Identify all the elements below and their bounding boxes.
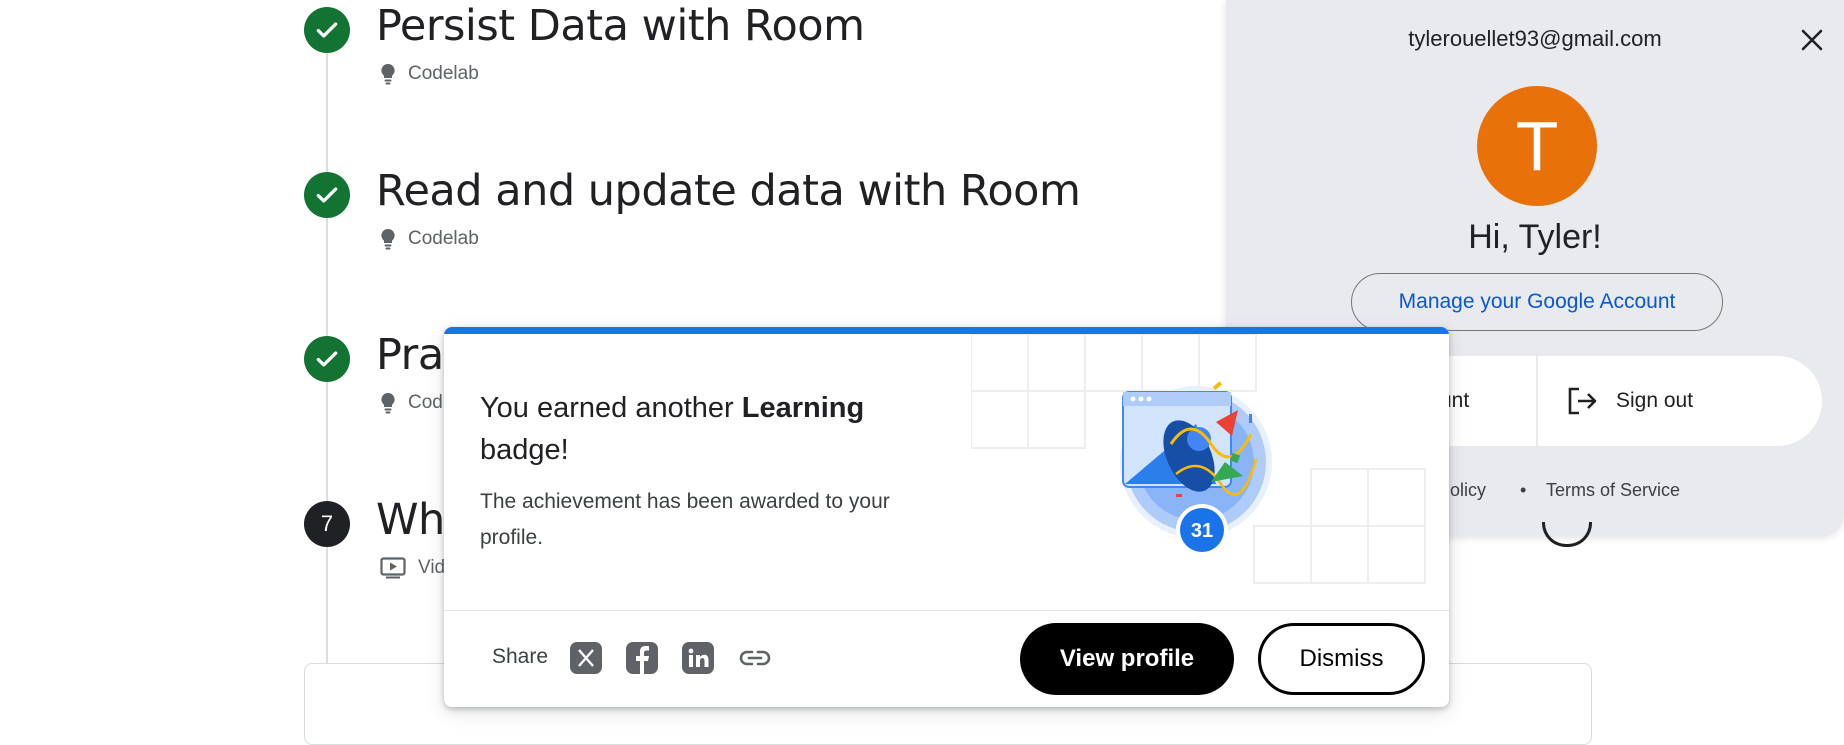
dialog-title: You earned another Learning badge! — [480, 387, 910, 471]
footer-separator: • — [1520, 480, 1527, 500]
badge-dialog: You earned another Learning badge! The ac… — [444, 327, 1449, 707]
title-bold: Learning — [741, 392, 865, 424]
check-circle-icon — [304, 7, 350, 53]
step-title[interactable]: Persist Data with Room — [376, 1, 865, 51]
title-prefix: You earned another — [480, 392, 742, 424]
video-icon — [380, 557, 406, 579]
step-meta: Cod — [380, 392, 443, 414]
avatar[interactable]: T — [1477, 86, 1597, 206]
dialog-description: The achievement has been awarded to your… — [480, 490, 890, 549]
dialog-accent-bar — [444, 327, 1449, 334]
title-suffix: badge! — [480, 434, 569, 466]
step-type-label: Codelab — [408, 228, 479, 249]
step-meta: Codelab — [380, 63, 479, 85]
step-type-label: Cod — [408, 392, 443, 413]
step-meta: Codelab — [380, 228, 479, 250]
account-greeting: Hi, Tyler! — [1468, 218, 1602, 256]
x-icon[interactable] — [570, 642, 602, 674]
view-profile-button[interactable]: View profile — [1020, 623, 1234, 695]
link-icon[interactable] — [738, 642, 771, 674]
facebook-icon[interactable] — [626, 642, 658, 674]
step-number: 7 — [304, 501, 350, 547]
badge-count: 31 — [1191, 520, 1213, 542]
sign-out-label: Sign out — [1616, 389, 1694, 412]
badge-illustration: 31 — [971, 334, 1426, 584]
sign-out-button[interactable]: Sign out — [1538, 356, 1822, 446]
share-label: Share — [492, 645, 549, 668]
step-type-label: Codelab — [408, 63, 479, 84]
account-email: tylerouellet93@gmail.com — [1408, 26, 1662, 51]
close-icon[interactable] — [1798, 26, 1826, 54]
lightbulb-icon — [381, 63, 395, 85]
logout-icon — [1568, 387, 1597, 415]
dismiss-button[interactable]: Dismiss — [1258, 623, 1425, 695]
lightbulb-icon — [381, 228, 395, 250]
terms-of-service-link[interactable]: Terms of Service — [1546, 480, 1680, 501]
check-circle-icon — [304, 336, 350, 382]
partial-circle-icon — [1542, 522, 1592, 547]
lightbulb-icon — [381, 392, 395, 414]
manage-account-button[interactable]: Manage your Google Account — [1351, 273, 1723, 331]
step-title[interactable]: Read and update data with Room — [376, 166, 1081, 216]
linkedin-icon[interactable] — [682, 642, 714, 674]
check-circle-icon — [304, 172, 350, 218]
divider — [444, 610, 1449, 611]
